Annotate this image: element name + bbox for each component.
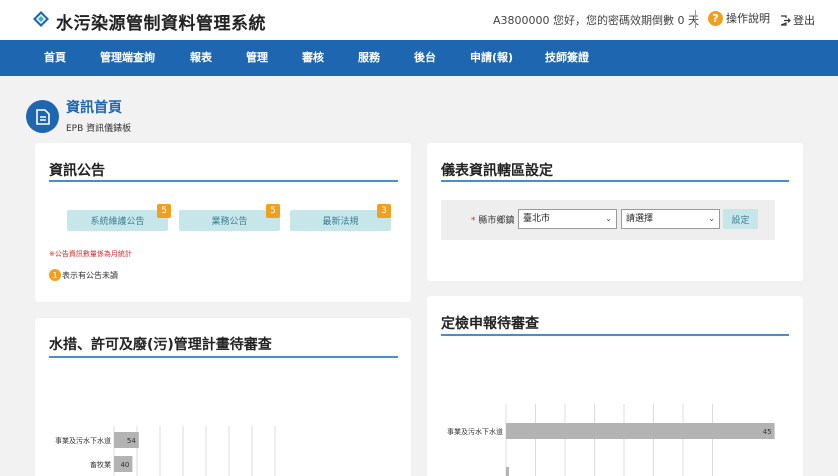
category-label: 畜牧業	[90, 460, 111, 469]
user-info: A3800000 您好，您的密碼效期倒數 0 天	[493, 14, 700, 27]
nav-item-certification[interactable]: 技師簽證	[545, 40, 589, 76]
nav-item-service[interactable]: 服務	[358, 40, 380, 76]
system-maintenance-button[interactable]: 系統維護公告	[67, 210, 168, 231]
nav-item-management[interactable]: 管理	[246, 40, 268, 76]
city-select[interactable]: 臺北市 ⌄	[518, 209, 617, 229]
chevron-down-icon: ⌄	[605, 214, 612, 223]
logout-icon	[780, 14, 791, 26]
bar[interactable]	[506, 467, 509, 476]
legend-badge: 1	[49, 269, 61, 281]
help-link[interactable]: ? 操作說明	[708, 10, 770, 26]
dashboard-settings-card: 儀表資訊轄區設定 * 縣市鄉鎮 臺北市 ⌄ 請選擇 ⌄ 設定	[427, 143, 803, 281]
nav-item-backend[interactable]: 後台	[414, 40, 436, 76]
data-label: 54	[127, 437, 136, 445]
logout-link[interactable]: 登出	[780, 12, 815, 28]
announcements-card: 資訊公告 系統維護公告 5 業務公告 5 最新法規 3 ※公告資訊數量係為月統計…	[35, 143, 411, 302]
category-label: 事業及污水下水道	[55, 436, 111, 445]
header-divider	[695, 10, 696, 28]
district-select[interactable]: 請選擇 ⌄	[621, 209, 720, 229]
logout-label: 登出	[793, 14, 815, 27]
question-icon: ?	[708, 10, 723, 26]
announcements-title: 資訊公告	[49, 163, 105, 179]
unread-legend: 1 表示有公告未讀	[49, 269, 118, 281]
title-underline	[49, 180, 398, 182]
city-value: 臺北市	[523, 214, 551, 224]
unread-count-badge: 5	[157, 204, 171, 218]
unread-count-badge: 5	[266, 204, 280, 218]
category-label: 事業及污水下水道	[447, 427, 503, 436]
nav-item-application[interactable]: 申請(報)	[470, 40, 513, 76]
business-announcement-button[interactable]: 業務公告	[179, 210, 280, 231]
nav-item-reports[interactable]: 報表	[190, 40, 212, 76]
dashboard-settings-title: 儀表資訊轄區設定	[441, 163, 553, 179]
region-filter: * 縣市鄉鎮 臺北市 ⌄ 請選擇 ⌄ 設定	[441, 200, 775, 240]
nav-item-home[interactable]: 首頁	[44, 40, 66, 76]
permit-review-card: 水措、許可及廢(污)管理計畫待審查 事業及污水下水道 54 畜牧業 40	[35, 318, 411, 476]
inspection-review-chart: 事業及污水下水道 45	[447, 404, 775, 476]
logo-icon	[33, 11, 49, 27]
inspection-review-card: 定檢申報待審查 事業及污水下水道 45	[427, 296, 803, 476]
system-maintenance-label: 系統維護公告	[90, 217, 145, 227]
statistics-note: ※公告資訊數量係為月統計	[49, 250, 132, 258]
permit-review-chart: 事業及污水下水道 54 畜牧業 40	[55, 426, 276, 476]
latest-regulations-label: 最新法規	[322, 217, 359, 227]
page-subtitle: EPB 資訊儀錶板	[66, 124, 132, 134]
main-nav: 首頁 管理端查詢 報表 管理 審核 服務 後台 申請(報) 技師簽證	[0, 40, 838, 76]
page-title: 資訊首頁	[66, 100, 122, 116]
region-label-text: 縣市鄉鎮	[478, 216, 515, 226]
district-value: 請選擇	[626, 214, 654, 224]
title-underline	[441, 180, 789, 182]
nav-item-admin-query[interactable]: 管理端查詢	[100, 40, 155, 76]
system-title: 水污染源管制資料管理系統	[56, 14, 266, 34]
nav-item-review[interactable]: 審核	[302, 40, 324, 76]
latest-regulations-button[interactable]: 最新法規	[290, 210, 391, 231]
help-label: 操作說明	[726, 12, 770, 25]
required-marker: *	[471, 216, 476, 226]
bar[interactable]	[506, 423, 775, 439]
set-region-button[interactable]: 設定	[723, 209, 758, 229]
top-header: 水污染源管制資料管理系統 A3800000 您好，您的密碼效期倒數 0 天 ? …	[0, 0, 838, 40]
unread-count-badge: 3	[377, 204, 391, 218]
business-announcement-label: 業務公告	[211, 217, 248, 227]
legend-text: 表示有公告未讀	[62, 270, 118, 280]
region-label: * 縣市鄉鎮	[471, 213, 514, 226]
data-label: 40	[120, 461, 129, 469]
chevron-down-icon: ⌄	[708, 214, 715, 223]
data-label: 45	[763, 428, 772, 436]
document-icon	[26, 100, 59, 133]
